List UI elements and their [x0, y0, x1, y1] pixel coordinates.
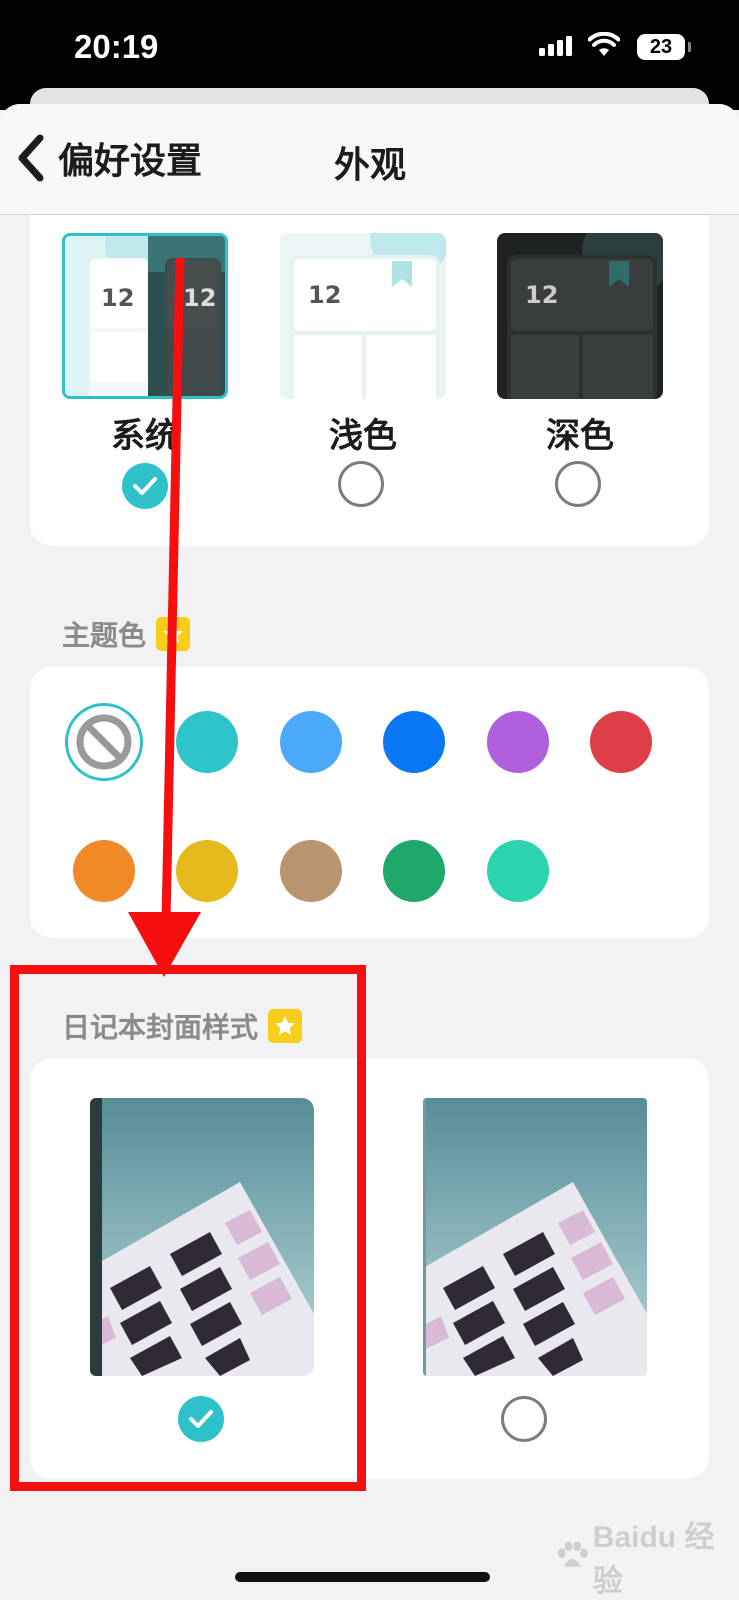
appearance-option-light[interactable]: 12 浅色 [280, 208, 450, 538]
star-icon [156, 617, 191, 651]
cover-radio-checked[interactable] [178, 1396, 224, 1442]
watermark-text: Baidu 经验 [592, 1521, 715, 1598]
theme-color-cyan[interactable] [176, 711, 238, 773]
appearance-option-dark[interactable]: 12 深色 [497, 208, 667, 538]
checkmark-icon [133, 477, 157, 495]
dark-radio[interactable] [555, 461, 601, 507]
dark-preview-day: 12 [525, 281, 559, 309]
theme-color-none[interactable] [65, 703, 143, 781]
cover-radio[interactable] [501, 1396, 547, 1442]
wifi-icon [588, 32, 620, 56]
theme-color-orange[interactable] [73, 840, 135, 902]
baidu-watermark: Baidu 经验 [556, 1512, 739, 1600]
appearance-option-label: 系统 [111, 416, 179, 456]
checkmark-icon [189, 1410, 213, 1428]
system-preview-day: 12 [101, 284, 135, 312]
cover-style-card [30, 1058, 709, 1479]
theme-color-title: 主题色 [62, 619, 147, 652]
nav-bar: 偏好设置 外观 [0, 104, 739, 215]
light-radio[interactable] [338, 461, 384, 507]
chevron-left-icon [18, 134, 44, 182]
appearance-sheet: 12 12 系统 12 浅色 12 深色 主题色 日记本封面样式 偏好设置 外观 [0, 104, 739, 1600]
paw-icon [557, 1541, 588, 1567]
theme-color-purple[interactable] [487, 711, 549, 773]
theme-color-header: 主题色 [62, 614, 191, 654]
cover-style-header: 日记本封面样式 [62, 1006, 303, 1046]
theme-color-blue[interactable] [383, 711, 445, 773]
appearance-option-label: 深色 [546, 416, 614, 456]
back-button-label: 偏好设置 [58, 141, 203, 182]
back-button[interactable]: 偏好设置 [14, 126, 234, 190]
cover-style-title: 日记本封面样式 [62, 1011, 259, 1044]
system-preview-day-dark: 12 [183, 284, 217, 312]
theme-color-card [30, 667, 709, 938]
system-preview: 12 12 [62, 233, 228, 399]
star-icon [268, 1009, 303, 1043]
appearance-option-system[interactable]: 12 12 系统 [62, 208, 232, 538]
theme-color-yellow[interactable] [176, 840, 238, 902]
light-preview-day: 12 [308, 281, 342, 309]
home-indicator [235, 1572, 490, 1582]
battery-cap [688, 42, 691, 52]
theme-color-red[interactable] [590, 711, 652, 773]
appearance-card: 12 12 系统 12 浅色 12 深色 [30, 208, 709, 546]
no-color-icon [76, 714, 132, 770]
page-title: 外观 [333, 145, 406, 186]
appearance-option-label: 浅色 [329, 416, 397, 456]
battery-icon: 23 [637, 34, 685, 60]
cover-option-plain[interactable] [423, 1098, 647, 1376]
theme-color-green[interactable] [383, 840, 445, 902]
dark-preview: 12 [497, 233, 663, 399]
theme-color-mint[interactable] [487, 840, 549, 902]
system-radio-checked[interactable] [122, 463, 168, 509]
signal-icon [539, 36, 573, 56]
status-time: 20:19 [74, 28, 159, 65]
theme-color-tan[interactable] [280, 840, 342, 902]
light-preview: 12 [280, 233, 446, 399]
cover-option-spine[interactable] [90, 1098, 314, 1376]
theme-color-sky-blue[interactable] [280, 711, 342, 773]
